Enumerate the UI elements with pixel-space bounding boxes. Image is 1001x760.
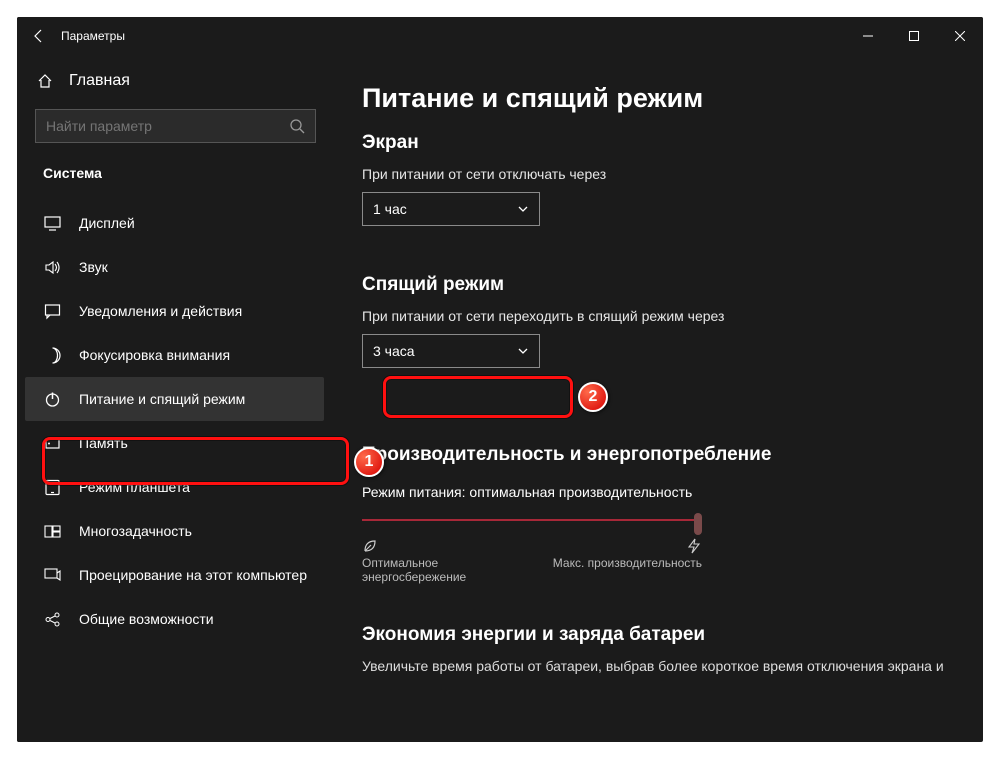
home-icon <box>37 73 55 89</box>
sidebar-item-sound[interactable]: Звук <box>25 245 324 289</box>
notify-icon <box>43 303 61 320</box>
slider-thumb[interactable] <box>694 513 702 535</box>
sidebar-item-display[interactable]: Дисплей <box>25 201 324 245</box>
sidebar-item-power[interactable]: Питание и спящий режим <box>25 377 324 421</box>
focus-icon <box>43 347 61 364</box>
home-label: Главная <box>69 72 130 90</box>
back-button[interactable] <box>17 17 61 55</box>
display-icon <box>43 215 61 232</box>
slider-min-label: Оптимальное энергосбережение <box>362 556 537 584</box>
sidebar-item-storage[interactable]: Память <box>25 421 324 465</box>
titlebar: Параметры <box>17 17 983 55</box>
sidebar: Главная Система Дисплей Звук <box>17 55 332 742</box>
sidebar-item-label: Проецирование на этот компьютер <box>79 567 307 583</box>
project-icon <box>43 567 61 584</box>
sidebar-item-label: Общие возможности <box>79 611 214 627</box>
battery-heading: Экономия энергии и заряда батареи <box>362 624 953 646</box>
slider-max-label: Макс. производительность <box>553 556 702 584</box>
search-icon <box>289 118 305 134</box>
multi-icon <box>43 523 61 540</box>
sidebar-item-label: Питание и спящий режим <box>79 391 245 407</box>
screen-off-value: 1 час <box>373 201 407 217</box>
close-button[interactable] <box>937 17 983 55</box>
home-link[interactable]: Главная <box>25 61 324 101</box>
screen-off-select[interactable]: 1 час <box>362 192 540 226</box>
tablet-icon <box>43 479 61 496</box>
power-slider[interactable] <box>362 510 702 532</box>
storage-icon <box>43 435 61 452</box>
search-input[interactable] <box>46 118 289 134</box>
sidebar-item-shared[interactable]: Общие возможности <box>25 597 324 641</box>
sleep-value: 3 часа <box>373 343 415 359</box>
minimize-button[interactable] <box>845 17 891 55</box>
window-title: Параметры <box>61 29 125 43</box>
sidebar-item-label: Дисплей <box>79 215 135 231</box>
screen-off-label: При питании от сети отключать через <box>362 166 953 182</box>
sidebar-item-notifications[interactable]: Уведомления и действия <box>25 289 324 333</box>
sidebar-item-multitask[interactable]: Многозадачность <box>25 509 324 553</box>
sleep-heading: Спящий режим <box>362 274 953 296</box>
slider-track <box>362 519 702 521</box>
chevron-down-icon <box>517 203 529 215</box>
sidebar-item-label: Фокусировка внимания <box>79 347 230 363</box>
power-mode-label: Режим питания: оптимальная производитель… <box>362 484 953 500</box>
sidebar-item-label: Режим планшета <box>79 479 190 495</box>
settings-window: Параметры Главная Система <box>17 17 983 742</box>
sidebar-item-label: Уведомления и действия <box>79 303 242 319</box>
section-label: Система <box>25 143 324 189</box>
maximize-button[interactable] <box>891 17 937 55</box>
sidebar-item-tablet[interactable]: Режим планшета <box>25 465 324 509</box>
battery-text: Увеличьте время работы от батареи, выбра… <box>362 656 953 676</box>
shared-icon <box>43 611 61 628</box>
sidebar-item-project[interactable]: Проецирование на этот компьютер <box>25 553 324 597</box>
content-pane: Питание и спящий режим Экран При питании… <box>332 55 983 742</box>
sleep-label: При питании от сети переходить в спящий … <box>362 308 953 324</box>
sleep-select[interactable]: 3 часа <box>362 334 540 368</box>
perf-heading: Производительность и энергопотребление <box>362 444 953 466</box>
sound-icon <box>43 259 61 276</box>
sidebar-item-label: Многозадачность <box>79 523 192 539</box>
search-box[interactable] <box>35 109 316 143</box>
sidebar-item-label: Звук <box>79 259 108 275</box>
sidebar-item-focus[interactable]: Фокусировка внимания <box>25 333 324 377</box>
screen-heading: Экран <box>362 132 953 154</box>
nav-list: Дисплей Звук Уведомления и действия Фоку… <box>25 201 324 641</box>
page-title: Питание и спящий режим <box>362 83 953 114</box>
power-icon <box>43 391 61 408</box>
chevron-down-icon <box>517 345 529 357</box>
lightning-icon <box>686 538 702 554</box>
leaf-icon <box>362 538 378 554</box>
sidebar-item-label: Память <box>79 435 128 451</box>
